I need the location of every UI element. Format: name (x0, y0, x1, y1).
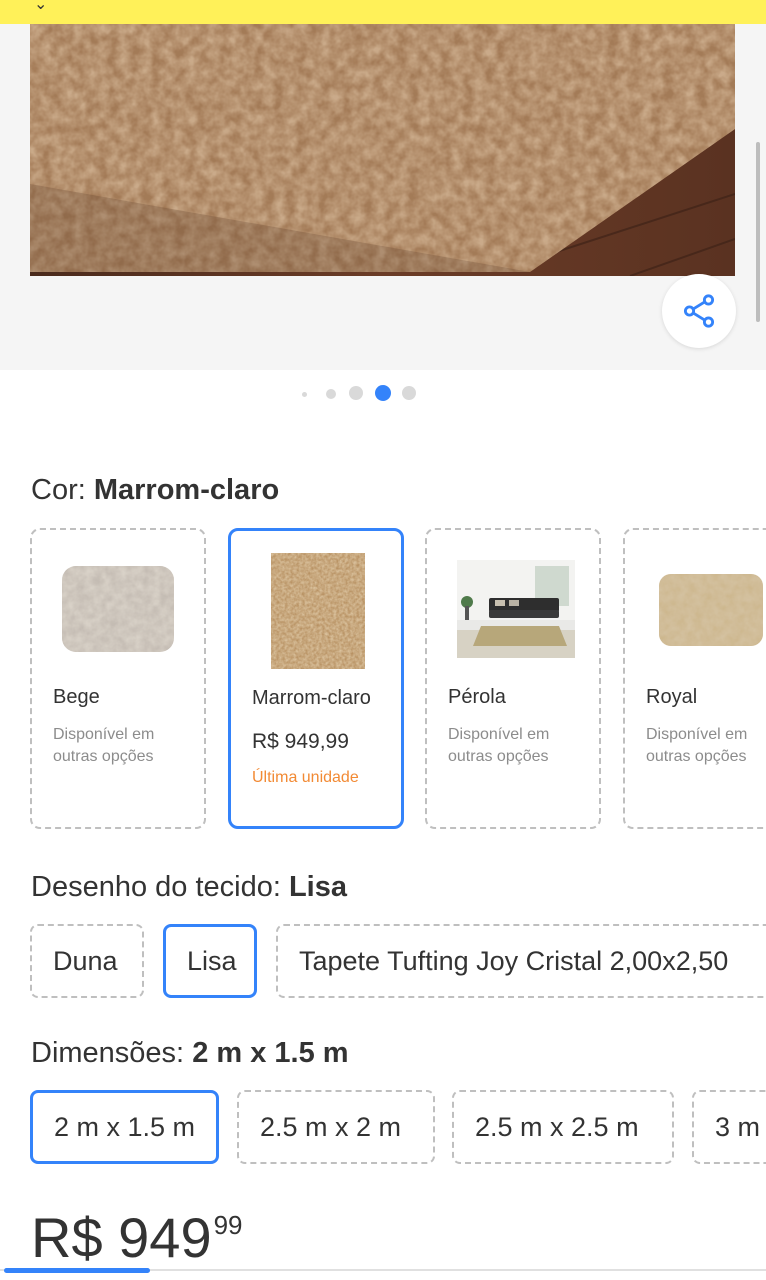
gallery-pagination (0, 384, 766, 402)
color-option-name: Marrom-claro (252, 687, 371, 709)
dimension-option-label: 2.5 m x 2 m (260, 1111, 402, 1142)
top-bar: ⌄ (0, 0, 766, 24)
fabric-selected-value: Lisa (288, 871, 347, 903)
color-thumbnail-marrom-claro (271, 553, 365, 669)
pagination-dot[interactable] (349, 386, 363, 400)
fabric-option-label: Lisa (187, 945, 237, 976)
price-currency: R$ (31, 1206, 103, 1269)
dimension-option-2-5x2[interactable]: 2.5 m x 2 m (237, 1090, 435, 1164)
color-thumbnail-bege (62, 566, 174, 652)
color-option-availability: Disponível em outras opções (448, 726, 550, 765)
fabric-option-duna[interactable]: Duna (30, 924, 144, 998)
color-thumbnail-perola (457, 560, 575, 658)
color-option-bege[interactable]: Bege Disponível em outras opções (30, 528, 206, 829)
pagination-dot[interactable] (302, 392, 307, 397)
product-gallery[interactable] (0, 24, 766, 370)
dimension-option-2-5x2-5[interactable]: 2.5 m x 2.5 m (452, 1090, 674, 1164)
chevron-down-icon[interactable]: ⌄ (34, 0, 47, 14)
fabric-option-tufting-joy[interactable]: Tapete Tufting Joy Cristal 2,00x2,50 (276, 924, 766, 998)
color-option-name: Bege (53, 686, 100, 708)
color-selected-value: Marrom-claro (93, 474, 280, 506)
color-label-text: Cor: (31, 474, 86, 506)
fabric-label: Desenho do tecido: Lisa (31, 871, 347, 904)
color-option-stock-status: Última unidade (252, 769, 359, 786)
pagination-dot-active[interactable] (375, 385, 391, 401)
color-option-perola[interactable]: Pérola Disponível em outras opções (425, 528, 601, 829)
pagination-dot[interactable] (326, 389, 336, 399)
price-cents: 99 (213, 1210, 243, 1240)
dimension-option-label: 2 m x 1.5 m (54, 1111, 196, 1142)
share-icon (683, 294, 715, 328)
dimensions-label-text: Dimensões: (31, 1037, 185, 1069)
fabric-option-label: Tapete Tufting Joy Cristal 2,00x2,50 (299, 945, 729, 976)
color-thumbnail-royal (659, 574, 763, 646)
fabric-label-text: Desenho do tecido: (31, 871, 281, 903)
dimensions-selected-value: 2 m x 1.5 m (192, 1037, 349, 1069)
color-option-marrom-claro[interactable]: Marrom-claro R$ 949,99 Última unidade (228, 528, 404, 829)
share-button[interactable] (662, 274, 736, 348)
color-option-royal[interactable]: Royal Disponível em outras opções (623, 528, 766, 829)
dimension-option-label: 3 m (715, 1111, 761, 1142)
price-integer: 949 (118, 1206, 212, 1269)
pagination-dot[interactable] (402, 386, 416, 400)
color-option-price: R$ 949,99 (252, 730, 349, 753)
product-price: R$ 94999 (31, 1210, 243, 1266)
gallery-scrollbar[interactable] (756, 142, 760, 322)
color-option-availability: Disponível em outras opções (646, 726, 748, 765)
color-label: Cor: Marrom-claro (31, 474, 279, 507)
fabric-option-lisa[interactable]: Lisa (163, 924, 257, 998)
product-image[interactable] (30, 24, 735, 276)
dimensions-label: Dimensões: 2 m x 1.5 m (31, 1037, 349, 1070)
dimension-option-3[interactable]: 3 m (692, 1090, 766, 1164)
color-option-name: Pérola (448, 686, 506, 708)
color-option-availability: Disponível em outras opções (53, 726, 155, 765)
dimension-option-2x1-5[interactable]: 2 m x 1.5 m (30, 1090, 219, 1164)
color-option-name: Royal (646, 686, 698, 708)
fabric-option-label: Duna (53, 945, 118, 976)
dimension-option-label: 2.5 m x 2.5 m (475, 1111, 639, 1142)
bottom-tab-indicator (4, 1268, 150, 1273)
